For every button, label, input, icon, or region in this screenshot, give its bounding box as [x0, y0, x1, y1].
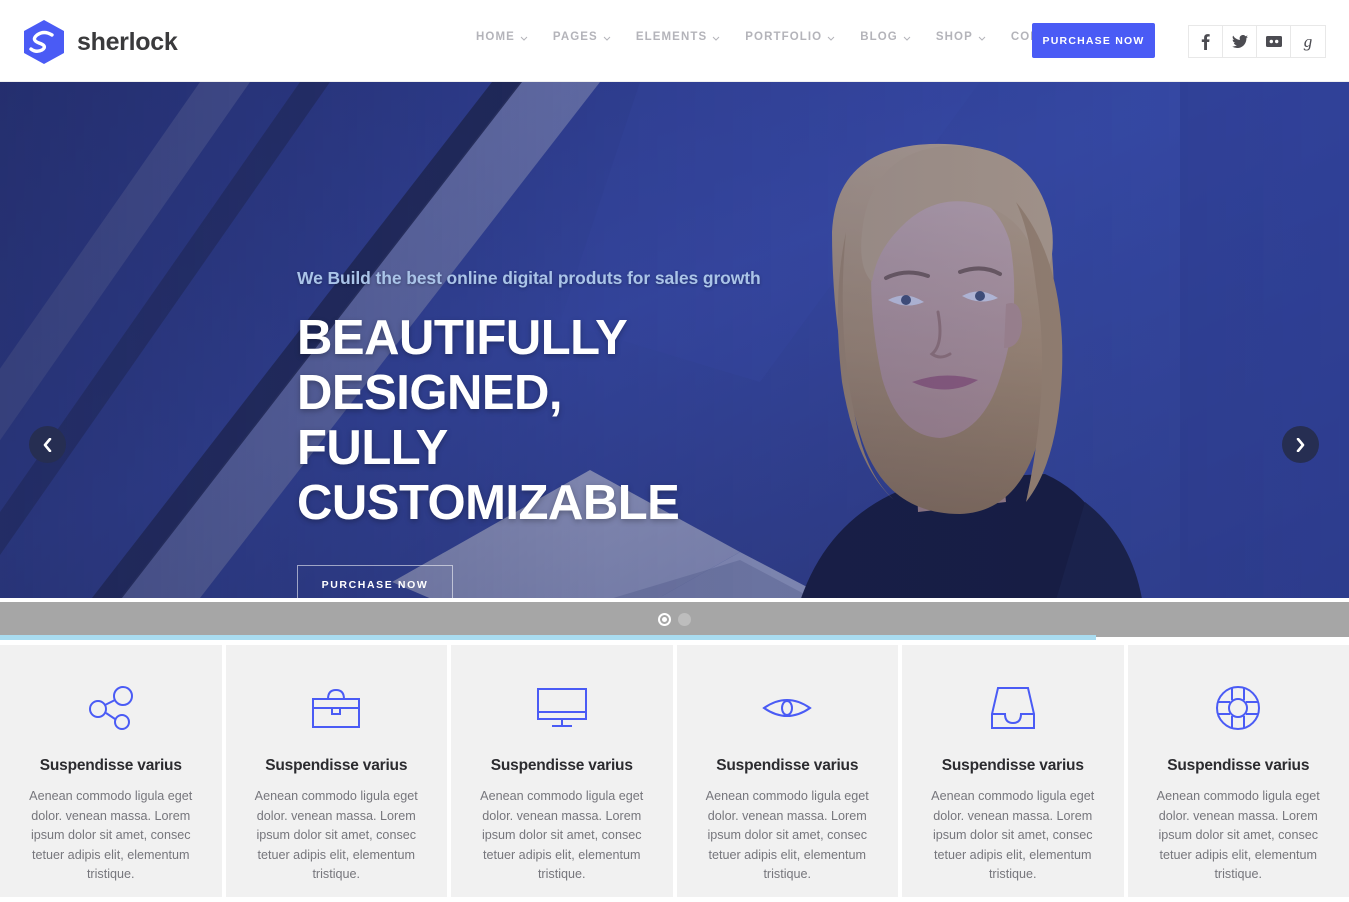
hero-title: BEAUTIFULLY DESIGNED, FULLY CUSTOMIZABLE [297, 311, 717, 531]
chevron-down-icon [712, 36, 720, 41]
hero-title-line: DESIGNED, FULLY [297, 365, 563, 475]
feature-card[interactable]: Suspendisse varius Aenean commodo ligula… [676, 645, 898, 897]
feature-card[interactable]: Suspendisse varius Aenean commodo ligula… [451, 645, 673, 897]
nav-item-label: HOME [476, 31, 515, 43]
slider-dot-2[interactable] [678, 613, 691, 626]
brand-name: sherlock [77, 27, 178, 56]
hexagon-s-logo-icon [22, 19, 66, 65]
facebook-icon[interactable] [1189, 26, 1223, 57]
nav-item-blog[interactable]: BLOG [860, 31, 924, 43]
hero-slider: We Build the best online digital produts… [0, 82, 1349, 598]
slider-progress-bar [0, 635, 1096, 640]
flickr-icon[interactable] [1257, 26, 1291, 57]
feature-card[interactable]: Suspendisse varius Aenean commodo ligula… [902, 645, 1124, 897]
chevron-down-icon [520, 36, 528, 41]
chevron-down-icon [827, 36, 835, 41]
nav-item-pages[interactable]: PAGES [553, 31, 624, 43]
chevron-left-icon [43, 437, 52, 452]
chevron-right-icon [1296, 437, 1305, 452]
features-section: Suspendisse varius Aenean commodo ligula… [0, 645, 1349, 902]
slider-next-button[interactable] [1282, 426, 1319, 463]
purchase-now-button[interactable]: PURCHASE NOW [1032, 23, 1155, 58]
site-header: sherlock HOME PAGES ELEMENTS PORTFOLIO B… [0, 0, 1349, 82]
nav-item-portfolio[interactable]: PORTFOLIO [745, 31, 848, 43]
feature-text: Aenean commodo ligula eget dolor. venean… [931, 789, 1095, 882]
slider-dot-1-active[interactable] [658, 613, 671, 626]
nav-item-home[interactable]: HOME [476, 31, 541, 43]
feature-title: Suspendisse varius [265, 757, 408, 774]
slider-prev-button[interactable] [29, 426, 66, 463]
inbox-icon [988, 677, 1038, 739]
feature-title: Suspendisse varius [941, 757, 1084, 774]
slider-pagination [0, 602, 1349, 637]
feature-text: Aenean commodo ligula eget dolor. venean… [254, 789, 418, 882]
feature-title: Suspendisse varius [39, 757, 182, 774]
feature-text: Aenean commodo ligula eget dolor. venean… [705, 789, 869, 882]
feature-card[interactable]: Suspendisse varius Aenean commodo ligula… [225, 645, 447, 897]
briefcase-icon [309, 677, 363, 739]
hero-content: We Build the best online digital produts… [297, 268, 1057, 598]
nav-item-label: ELEMENTS [635, 31, 708, 43]
feature-text: Aenean commodo ligula eget dolor. venean… [29, 789, 193, 882]
hero-subtitle: We Build the best online digital produts… [297, 268, 761, 288]
eye-icon [760, 677, 814, 739]
chevron-down-icon [978, 36, 986, 41]
google-plus-icon: g [1303, 31, 1313, 51]
social-links: g [1188, 25, 1326, 58]
nav-item-shop[interactable]: SHOP [936, 31, 999, 43]
nav-item-label: BLOG [860, 31, 898, 43]
chevron-down-icon [603, 36, 611, 41]
twitter-icon[interactable] [1223, 26, 1257, 57]
nav-item-label: SHOP [935, 31, 973, 43]
nav-item-elements[interactable]: ELEMENTS [636, 31, 733, 43]
share-network-icon [85, 677, 137, 739]
feature-text: Aenean commodo ligula eget dolor. venean… [1156, 789, 1320, 882]
hero-title-line: BEAUTIFULLY [297, 311, 628, 365]
feature-text: Aenean commodo ligula eget dolor. venean… [480, 789, 644, 882]
feature-title: Suspendisse varius [716, 757, 859, 774]
nav-item-label: PAGES [552, 31, 598, 43]
hero-purchase-now-button[interactable]: PURCHASE NOW [297, 564, 453, 598]
feature-card[interactable]: Suspendisse varius Aenean commodo ligula… [0, 645, 222, 897]
chevron-down-icon [903, 36, 911, 41]
hero-title-line: CUSTOMIZABLE [297, 475, 680, 530]
main-navigation: HOME PAGES ELEMENTS PORTFOLIO BLOG SHOP … [476, 31, 1100, 43]
feature-title: Suspendisse varius [490, 757, 633, 774]
nav-item-label: PORTFOLIO [745, 31, 823, 43]
feature-card[interactable]: Suspendisse varius Aenean commodo ligula… [1127, 645, 1349, 897]
feature-title: Suspendisse varius [1167, 757, 1310, 774]
life-buoy-icon [1213, 677, 1263, 739]
monitor-icon [534, 677, 590, 739]
brand-logo[interactable]: sherlock [22, 19, 178, 65]
